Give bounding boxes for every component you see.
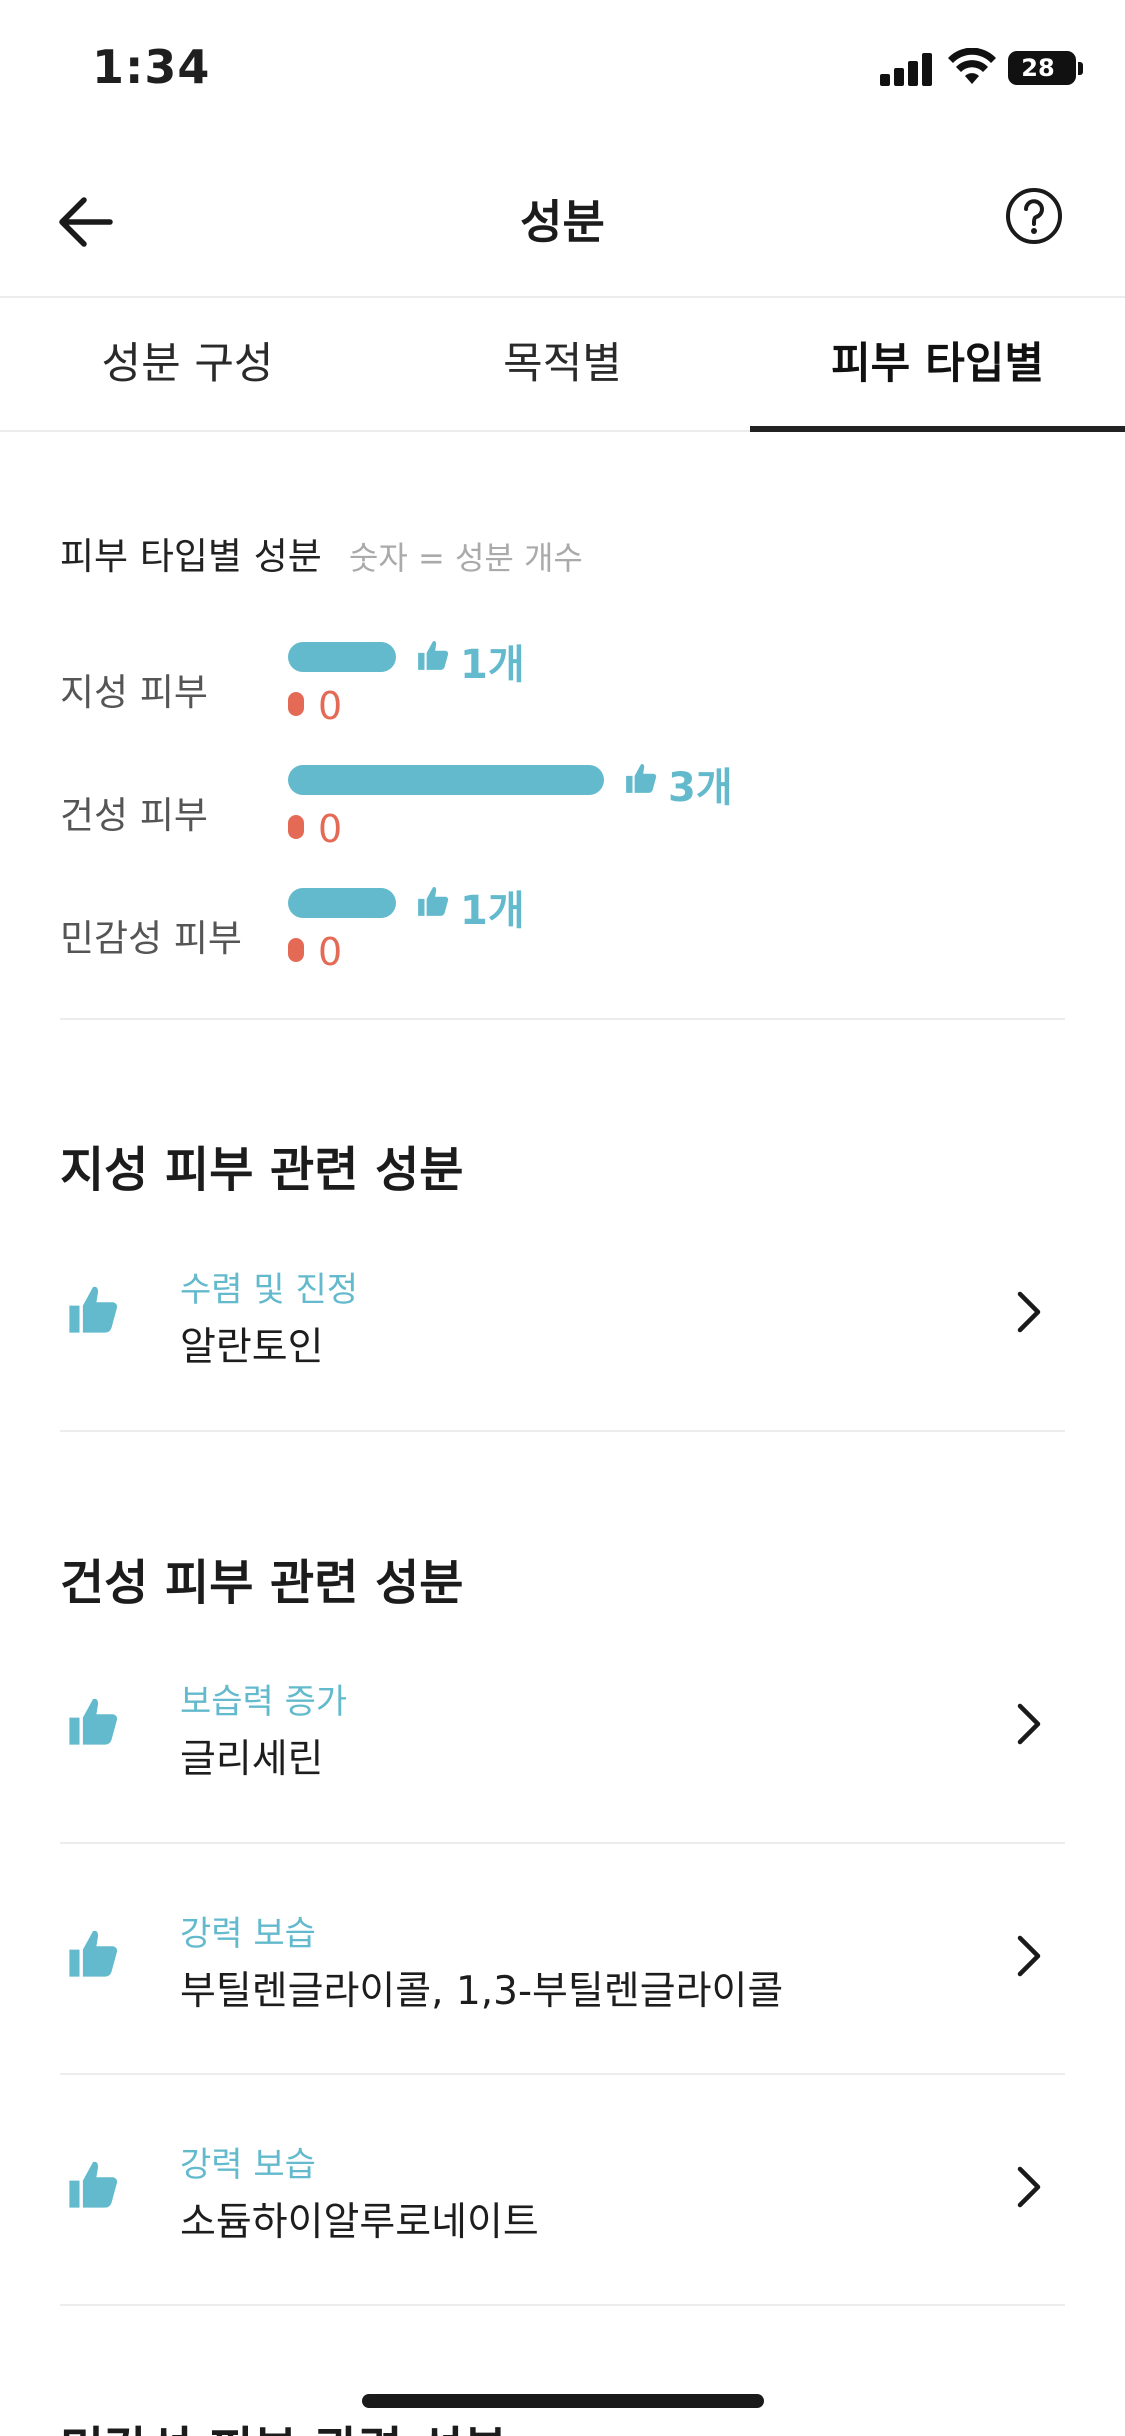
ingredient-purpose: 강력 보습 <box>180 2145 316 2185</box>
ingredient-item[interactable]: 강력 보습 소듐하이알루로네이트 <box>60 2103 1065 2283</box>
divider <box>60 1430 1065 1432</box>
chevron-right-icon <box>1017 1291 1041 1333</box>
summary-row-sensitive: 민감성 피부 1개 0 <box>60 878 1065 988</box>
tab-purpose[interactable]: 목적별 <box>375 298 750 432</box>
divider <box>60 1018 1065 1020</box>
thumbs-up-icon <box>69 1930 118 1977</box>
ingredient-item[interactable]: 수렴 및 진정 알란토인 <box>60 1228 1065 1408</box>
ingredient-purpose: 강력 보습 <box>180 1914 316 1954</box>
skin-type-label: 민감성 피부 <box>60 917 242 960</box>
negative-dot <box>288 692 304 716</box>
ingredient-item[interactable]: 강력 보습 부틸렌글라이콜, 1,3-부틸렌글라이콜 <box>60 1872 1065 2052</box>
positive-bar <box>288 765 604 795</box>
battery-nub <box>1078 62 1083 75</box>
section-title-dry: 건성 피부 관련 성분 <box>60 1555 464 1611</box>
summary-title: 피부 타입별 성분 <box>60 535 322 578</box>
negative-dot <box>288 938 304 962</box>
positive-bar <box>288 888 396 918</box>
tab-composition[interactable]: 성분 구성 <box>0 298 375 432</box>
positive-bar <box>288 642 396 672</box>
tab-bar: 성분 구성 목적별 피부 타입별 <box>0 298 1125 432</box>
ingredient-item[interactable]: 보습력 증가 글리세린 <box>60 1640 1065 1820</box>
divider <box>60 1842 1065 1844</box>
thumbs-up-icon <box>626 763 657 793</box>
battery-icon: 28 <box>1008 51 1076 85</box>
section-title-oily: 지성 피부 관련 성분 <box>60 1142 464 1198</box>
status-time: 1:34 <box>92 40 211 94</box>
positive-count: 1개 <box>460 888 525 934</box>
chevron-right-icon <box>1017 1703 1041 1745</box>
ingredient-name: 글리세린 <box>180 1737 324 1782</box>
negative-count: 0 <box>318 684 343 728</box>
positive-count: 1개 <box>460 642 525 688</box>
negative-count: 0 <box>318 807 343 851</box>
thumbs-up-icon <box>69 1698 118 1745</box>
negative-count: 0 <box>318 930 343 974</box>
tab-skin-type[interactable]: 피부 타입별 <box>750 298 1125 432</box>
skin-type-label: 지성 피부 <box>60 671 208 714</box>
thumbs-up-icon <box>418 886 449 916</box>
wifi-icon <box>948 48 996 84</box>
ingredient-purpose: 수렴 및 진정 <box>180 1270 359 1310</box>
home-indicator[interactable] <box>362 2394 764 2408</box>
summary-row-dry: 건성 피부 3개 0 <box>60 755 1065 865</box>
summary-hint: 숫자 = 성분 개수 <box>348 539 583 577</box>
ingredient-name: 부틸렌글라이콜, 1,3-부틸렌글라이콜 <box>180 1969 784 2014</box>
chevron-right-icon <box>1017 2166 1041 2208</box>
page-title: 성분 <box>520 195 605 249</box>
ingredient-purpose: 보습력 증가 <box>180 1682 348 1722</box>
positive-count: 3개 <box>668 765 733 811</box>
status-bar: 1:34 28 <box>0 0 1125 140</box>
active-tab-indicator <box>750 426 1125 432</box>
nav-bar: 성분 <box>0 140 1125 298</box>
cellular-signal-icon <box>880 52 934 86</box>
thumbs-up-icon <box>69 1286 118 1333</box>
skin-type-label: 건성 피부 <box>60 794 208 837</box>
divider <box>60 2304 1065 2306</box>
summary-row-oily: 지성 피부 1개 0 <box>60 632 1065 742</box>
battery-level: 28 <box>1021 54 1055 82</box>
section-title-sensitive: 민감성 피부 관련 성분 <box>60 2410 508 2436</box>
thumbs-up-icon <box>69 2161 118 2208</box>
chevron-right-icon <box>1017 1935 1041 1977</box>
ingredient-name: 소듐하이알루로네이트 <box>180 2200 539 2245</box>
thumbs-up-icon <box>418 640 449 670</box>
summary-header: 피부 타입별 성분 숫자 = 성분 개수 <box>60 526 583 580</box>
question-circle-icon[interactable] <box>1004 186 1064 246</box>
negative-dot <box>288 815 304 839</box>
ingredient-name: 알란토인 <box>180 1325 324 1370</box>
divider <box>60 2073 1065 2075</box>
